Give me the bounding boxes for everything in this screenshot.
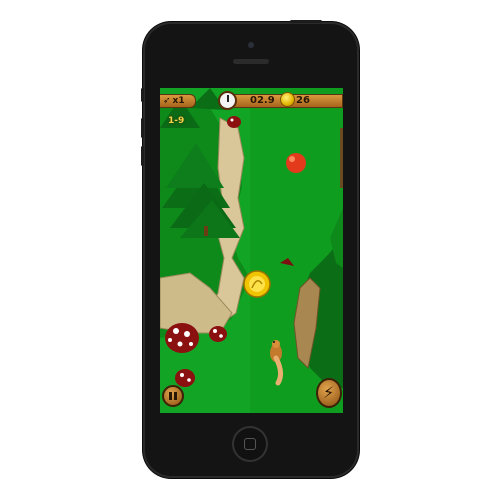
- right-edge-trunk: [340, 128, 343, 188]
- phone-power-button: [290, 20, 322, 23]
- game-screen[interactable]: ➶ x1 02.9 26 1-9 ⚡: [160, 88, 343, 413]
- mushroom-top: [227, 116, 241, 128]
- gold-coin: [243, 270, 271, 298]
- coin-count: 26: [296, 95, 310, 106]
- phone-mute-switch: [141, 88, 144, 102]
- timer-value: 02.9: [250, 95, 275, 106]
- phone-volume-up: [141, 118, 144, 138]
- multiplier-label: x1: [172, 96, 185, 106]
- wing-icon: ➶: [163, 96, 171, 106]
- mushroom-medium: [209, 326, 227, 342]
- pause-icon-bar: [174, 392, 177, 400]
- red-gem: [286, 153, 306, 173]
- earpiece-speaker: [233, 59, 269, 64]
- lightning-bolt-icon: ⚡: [323, 383, 335, 402]
- coin-icon: [280, 92, 295, 107]
- multiplier-badge: ➶ x1: [160, 94, 196, 108]
- game-scene: [160, 88, 343, 413]
- pause-button[interactable]: [162, 385, 184, 407]
- home-button[interactable]: [232, 426, 268, 462]
- boost-button[interactable]: ⚡: [316, 378, 342, 408]
- mushroom-large: [165, 323, 199, 353]
- home-square-icon: [244, 438, 256, 450]
- pause-icon: [169, 392, 172, 400]
- mushroom-small: [175, 369, 195, 387]
- level-indicator: 1-9: [168, 116, 185, 126]
- front-camera: [248, 42, 254, 48]
- phone-volume-down: [141, 146, 144, 166]
- stopwatch-icon: [218, 91, 237, 110]
